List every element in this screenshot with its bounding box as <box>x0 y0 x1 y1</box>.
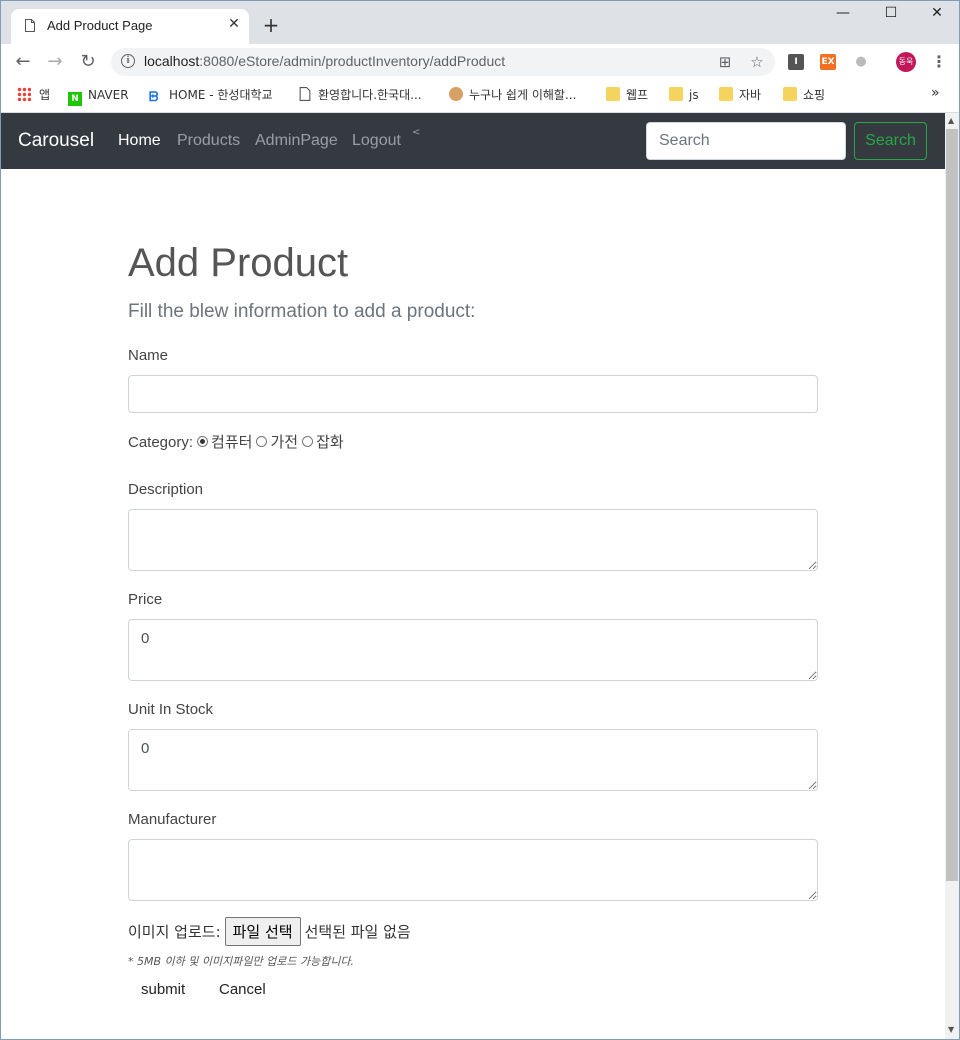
category-option-label: 잡화 <box>316 434 344 451</box>
category-group: Category: 컴퓨터 가전 잡화 <box>128 431 344 452</box>
file-status: 선택된 파일 없음 <box>304 923 411 941</box>
extension-i-icon[interactable]: I <box>788 54 804 70</box>
extension-ex-icon[interactable]: EX <box>820 54 836 70</box>
nav-caret: < <box>412 127 421 138</box>
name-input[interactable] <box>128 375 818 413</box>
category-radio-appliance[interactable] <box>256 436 268 447</box>
navbar-brand[interactable]: Carousel <box>18 130 94 152</box>
page-scrollbar[interactable]: ▲ ▼ <box>945 113 959 1039</box>
file-choose-button[interactable]: 파일 선택 <box>224 917 301 946</box>
reload-icon[interactable]: ↻ <box>76 50 100 74</box>
star-icon[interactable]: ☆ <box>747 52 767 72</box>
extension-bulb-icon[interactable]: ● <box>853 54 869 70</box>
page-title: Add Product <box>128 241 349 285</box>
info-icon[interactable]: i <box>121 54 135 68</box>
close-window-button[interactable]: ✕ <box>917 5 957 27</box>
address-bar[interactable]: i localhost:8080/eStore/admin/productInv… <box>111 48 775 76</box>
tab-add-product[interactable]: Add Product Page ✕ <box>11 9 249 44</box>
hansung-icon: ᗸ <box>149 90 159 105</box>
bookmarks-more-icon[interactable]: » <box>931 85 940 101</box>
nav-logout[interactable]: Logout <box>352 132 401 150</box>
bookmark-folder-js[interactable]: js <box>669 85 699 105</box>
stock-textarea[interactable]: 0 <box>128 729 818 791</box>
upload-note: * 5MB 이하 및 이미지파일만 업로드 가능합니다. <box>128 955 355 968</box>
page-subtitle: Fill the blew information to add a produ… <box>128 301 476 322</box>
nav-products[interactable]: Products <box>177 132 240 150</box>
site-icon <box>449 87 463 101</box>
forward-icon[interactable]: → <box>43 50 67 74</box>
scroll-down-icon[interactable]: ▼ <box>948 1025 954 1034</box>
manufacturer-textarea[interactable] <box>128 839 818 901</box>
scroll-up-icon[interactable]: ▲ <box>948 116 954 125</box>
page-content: Carousel Home Products AdminPage Logout … <box>1 113 945 1039</box>
price-textarea[interactable]: 0 <box>128 619 818 681</box>
folder-icon <box>719 87 733 101</box>
submit-button[interactable]: submit <box>137 979 189 1000</box>
bookmark-easy[interactable]: 누구나 쉽게 이해할... <box>449 85 576 105</box>
category-radio-misc[interactable] <box>302 436 314 447</box>
folder-icon <box>783 87 797 101</box>
stock-label: Unit In Stock <box>128 701 214 718</box>
tab-title: Add Product Page <box>47 18 153 33</box>
upload-label: 이미지 업로드: <box>128 923 221 941</box>
browser-toolbar: ← → ↻ i localhost:8080/eStore/admin/prod… <box>1 44 959 80</box>
profile-avatar[interactable]: 동욱 <box>896 52 916 72</box>
url-text[interactable]: localhost:8080/eStore/admin/productInven… <box>144 53 505 69</box>
search-input[interactable] <box>646 122 846 160</box>
category-option-label: 컴퓨터 <box>211 434 253 451</box>
bookmark-folder-java[interactable]: 자바 <box>719 85 761 105</box>
back-icon[interactable]: ← <box>11 50 35 74</box>
category-label: Category: <box>128 434 194 451</box>
description-textarea[interactable] <box>128 509 818 571</box>
folder-icon <box>606 87 620 101</box>
page-icon <box>25 19 35 32</box>
folder-icon <box>669 87 683 101</box>
nav-home[interactable]: Home <box>118 132 161 150</box>
tab-close-icon[interactable]: ✕ <box>225 15 243 33</box>
minimize-button[interactable]: — <box>823 5 863 27</box>
category-radio-computer[interactable] <box>197 436 209 447</box>
apps-icon <box>17 87 31 101</box>
bookmark-apps[interactable]: 앱 <box>17 85 50 105</box>
name-label: Name <box>128 347 169 364</box>
image-upload: 이미지 업로드: 파일 선택 선택된 파일 없음 <box>128 917 411 946</box>
search-button[interactable]: Search <box>854 122 927 160</box>
site-navbar: Carousel Home Products AdminPage Logout … <box>1 113 945 169</box>
nav-adminpage[interactable]: AdminPage <box>255 132 338 150</box>
bookmarks-bar: 앱 N NAVER ᗸ HOME - 한성대학교 환영합니다.한국대... 누구나 … <box>1 80 959 113</box>
naver-icon: N <box>68 92 82 106</box>
bookmark-folder-shopping[interactable]: 쇼핑 <box>783 85 825 105</box>
bookmark-hansung[interactable]: ᗸ HOME - 한성대학교 <box>149 85 273 105</box>
cancel-button[interactable]: Cancel <box>215 979 270 1000</box>
manufacturer-label: Manufacturer <box>128 811 217 828</box>
bookmark-folder-webp[interactable]: 웹프 <box>606 85 648 105</box>
browser-window: Add Product Page ✕ + — ☐ ✕ ← → ↻ i local… <box>0 0 960 1040</box>
page-icon <box>299 87 311 101</box>
bookmark-naver[interactable]: N NAVER <box>68 85 129 106</box>
bookmark-korea[interactable]: 환영합니다.한국대... <box>298 85 422 105</box>
translate-icon[interactable]: ⊞ <box>715 52 735 72</box>
menu-icon[interactable]: ⋮ <box>929 52 949 72</box>
maximize-button[interactable]: ☐ <box>871 5 911 27</box>
new-tab-button[interactable]: + <box>261 15 281 35</box>
scroll-thumb[interactable] <box>946 129 958 881</box>
category-option-label: 가전 <box>270 434 299 451</box>
description-label: Description <box>128 481 204 498</box>
tab-strip: Add Product Page ✕ + — ☐ ✕ <box>1 1 959 44</box>
price-label: Price <box>128 591 163 608</box>
